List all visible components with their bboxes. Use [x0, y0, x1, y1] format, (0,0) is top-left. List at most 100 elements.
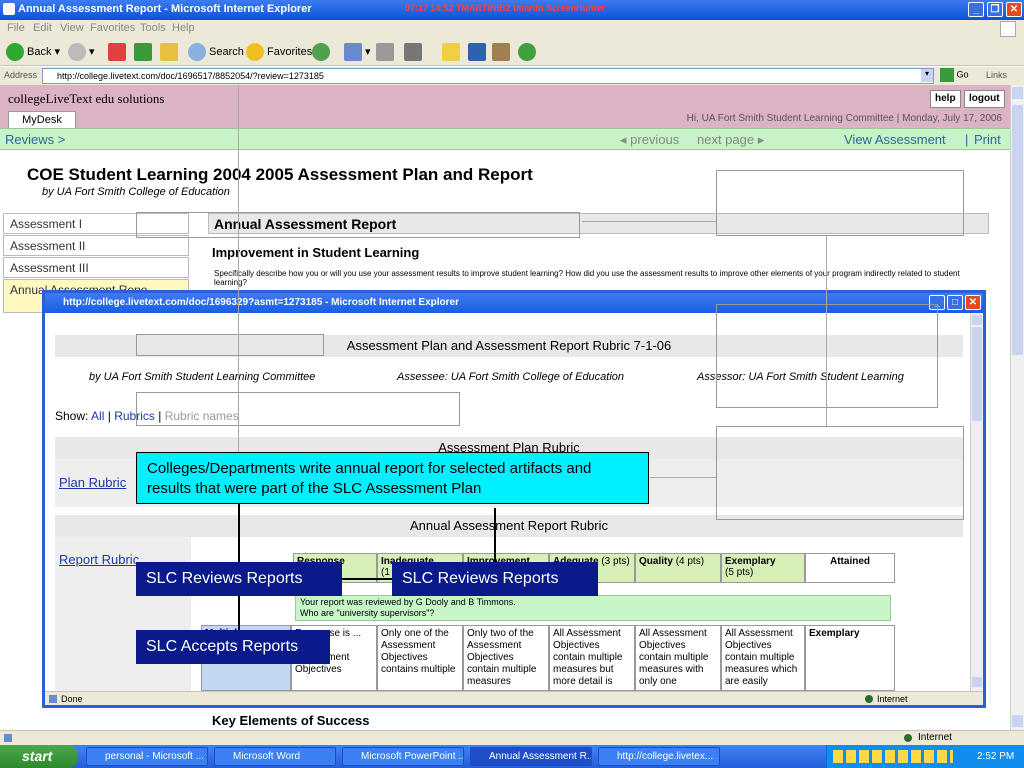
popup-scroll-up[interactable] — [972, 315, 982, 325]
improvement-heading: Improvement in Student Learning — [212, 245, 420, 260]
star-icon — [246, 43, 264, 62]
popup-scrollbar[interactable] — [970, 313, 983, 691]
people-button[interactable] — [518, 42, 539, 62]
logout-button[interactable]: logout — [964, 90, 1005, 108]
row-cell-attained: Exemplary — [805, 625, 895, 691]
history-button[interactable] — [312, 42, 333, 62]
overlay-outline-right-2 — [716, 304, 938, 408]
greeting-text: Hi, UA Fort Smith Student Learning Commi… — [686, 113, 1002, 124]
forward-arrow-icon — [68, 43, 86, 62]
popup-close-button[interactable]: ✕ — [965, 295, 981, 310]
popup-scroll-thumb[interactable] — [972, 327, 982, 421]
review-note: Your report was reviewed by G Dooly and … — [295, 595, 891, 621]
task-powerpoint[interactable]: Microsoft PowerPoint ... — [342, 747, 464, 766]
go-button[interactable]: Go — [940, 68, 969, 82]
research-button[interactable] — [468, 42, 489, 62]
report-rubric-link[interactable]: Report Rubric — [59, 552, 139, 567]
printer-icon — [376, 43, 394, 62]
address-bar: Address http://college.livetext.com/doc/… — [0, 67, 1024, 85]
window-title: Annual Assessment Report - Microsoft Int… — [18, 3, 312, 15]
address-url: http://college.livetext.com/doc/1696517/… — [57, 71, 324, 81]
show-all-link[interactable]: All — [91, 409, 104, 423]
search-button[interactable]: Search — [188, 42, 244, 62]
task-word[interactable]: Microsoft Word — [214, 747, 336, 766]
refresh-button[interactable] — [134, 42, 155, 62]
stop-button[interactable] — [108, 42, 129, 62]
standard-toolbar: Back ▾ ▾ Search Favorites ▾ — [0, 38, 1024, 66]
scroll-thumb[interactable] — [1012, 105, 1023, 355]
menu-bar: File Edit View Favorites Tools Help — [0, 20, 1024, 38]
back-button[interactable]: Back ▾ — [6, 42, 60, 62]
edit-button[interactable] — [404, 42, 425, 62]
plan-rubric-link[interactable]: Plan Rubric — [59, 475, 126, 490]
address-dropdown-icon[interactable]: ▾ — [921, 69, 933, 82]
nav-separator: | — [965, 132, 969, 147]
media-icon — [492, 43, 510, 62]
row-cell-exemplary: All Assessment Objectives contain multip… — [721, 625, 805, 691]
messenger-button[interactable] — [492, 42, 513, 62]
favorites-button[interactable]: Favorites — [246, 42, 312, 62]
status-page-icon — [4, 734, 12, 742]
describe-prompt: Specifically describe how you or will yo… — [214, 269, 960, 287]
tray-icons[interactable] — [833, 750, 953, 763]
sidebar-item-assessment-3[interactable]: Assessment III — [3, 257, 189, 278]
col-exemplary: Exemplary (5 pts) — [721, 553, 805, 583]
start-button[interactable]: start — [0, 745, 78, 768]
restore-button[interactable]: ❐ — [987, 2, 1003, 17]
ie-title-bar[interactable]: Annual Assessment Report - Microsoft Int… — [0, 0, 1024, 20]
windows-taskbar: start personal - Microsoft ... Microsoft… — [0, 745, 1024, 768]
overlay-slc-accepts-box: SLC Accepts Reports — [136, 630, 330, 664]
print-button[interactable] — [376, 42, 397, 62]
popup-maximize-button[interactable]: □ — [947, 295, 963, 310]
popup-scroll-down[interactable] — [972, 677, 982, 687]
menu-favorites[interactable]: Favorites — [90, 22, 135, 34]
menu-edit[interactable]: Edit — [33, 22, 52, 34]
home-icon — [160, 43, 178, 62]
scroll-up-arrow[interactable] — [1012, 87, 1023, 99]
key-elements-heading: Key Elements of Success — [212, 713, 370, 728]
livetext-logo[interactable]: collegeLiveText edu solutions — [8, 91, 165, 107]
overlay-outline-left-2 — [136, 392, 460, 426]
view-assessment-link[interactable]: View Assessment — [844, 132, 946, 147]
sidebar-item-assessment-2[interactable]: Assessment II — [3, 235, 189, 256]
overlay-outline-right-1 — [716, 170, 964, 236]
menu-tools[interactable]: Tools — [140, 22, 166, 34]
menu-help[interactable]: Help — [172, 22, 195, 34]
overlay-slc-reviews-box-1: SLC Reviews Reports — [136, 562, 342, 596]
forward-button[interactable]: ▾ — [68, 42, 95, 62]
overlay-outline-right-3 — [716, 426, 964, 520]
discuss-button[interactable] — [442, 42, 463, 62]
overlay-arrow-down-1 — [238, 504, 240, 562]
close-button[interactable]: ✕ — [1006, 2, 1022, 17]
home-button[interactable] — [160, 42, 181, 62]
mydesk-tab[interactable]: MyDesk — [8, 111, 76, 128]
links-button[interactable]: Links — [986, 70, 1007, 80]
page-title: COE Student Learning 2004 2005 Assessmen… — [27, 165, 533, 184]
history-icon — [312, 43, 330, 62]
task-annual-assessment[interactable]: Annual Assessment R... — [470, 747, 592, 766]
popup-zone-text: Internet — [877, 694, 908, 704]
menu-view[interactable]: View — [60, 22, 84, 34]
scroll-down-arrow[interactable] — [1012, 715, 1023, 727]
menu-file[interactable]: File — [7, 22, 25, 34]
next-page-link[interactable]: next page ▸ — [697, 132, 764, 148]
row-cell-adequate: All Assessment Objectives contain multip… — [549, 625, 635, 691]
page-scrollbar[interactable] — [1010, 85, 1024, 730]
help-button[interactable]: help — [930, 90, 961, 108]
row-cell-improvement: Only two of the Assessment Objectives co… — [463, 625, 549, 691]
ie-status-bar: Internet — [0, 730, 1024, 745]
overlay-line-horizontal-2 — [650, 477, 716, 478]
print-link[interactable]: Print — [974, 132, 1001, 147]
windows-logo-icon — [1000, 21, 1016, 37]
previous-link[interactable]: ◂ previous — [620, 132, 679, 148]
minimize-button[interactable]: _ — [968, 2, 984, 17]
reviews-link[interactable]: Reviews > — [5, 132, 65, 147]
page-subtitle: by UA Fort Smith College of Education — [42, 186, 230, 198]
task-personal[interactable]: personal - Microsoft ... — [86, 747, 208, 766]
brand-header: collegeLiveText edu solutions help logou… — [0, 85, 1010, 128]
back-arrow-icon — [6, 43, 24, 62]
mail-icon — [344, 43, 362, 62]
mail-button[interactable]: ▾ — [344, 42, 371, 62]
task-college-livetext[interactable]: http://college.livetex... — [598, 747, 720, 766]
address-input[interactable]: http://college.livetext.com/doc/1696517/… — [42, 68, 934, 84]
